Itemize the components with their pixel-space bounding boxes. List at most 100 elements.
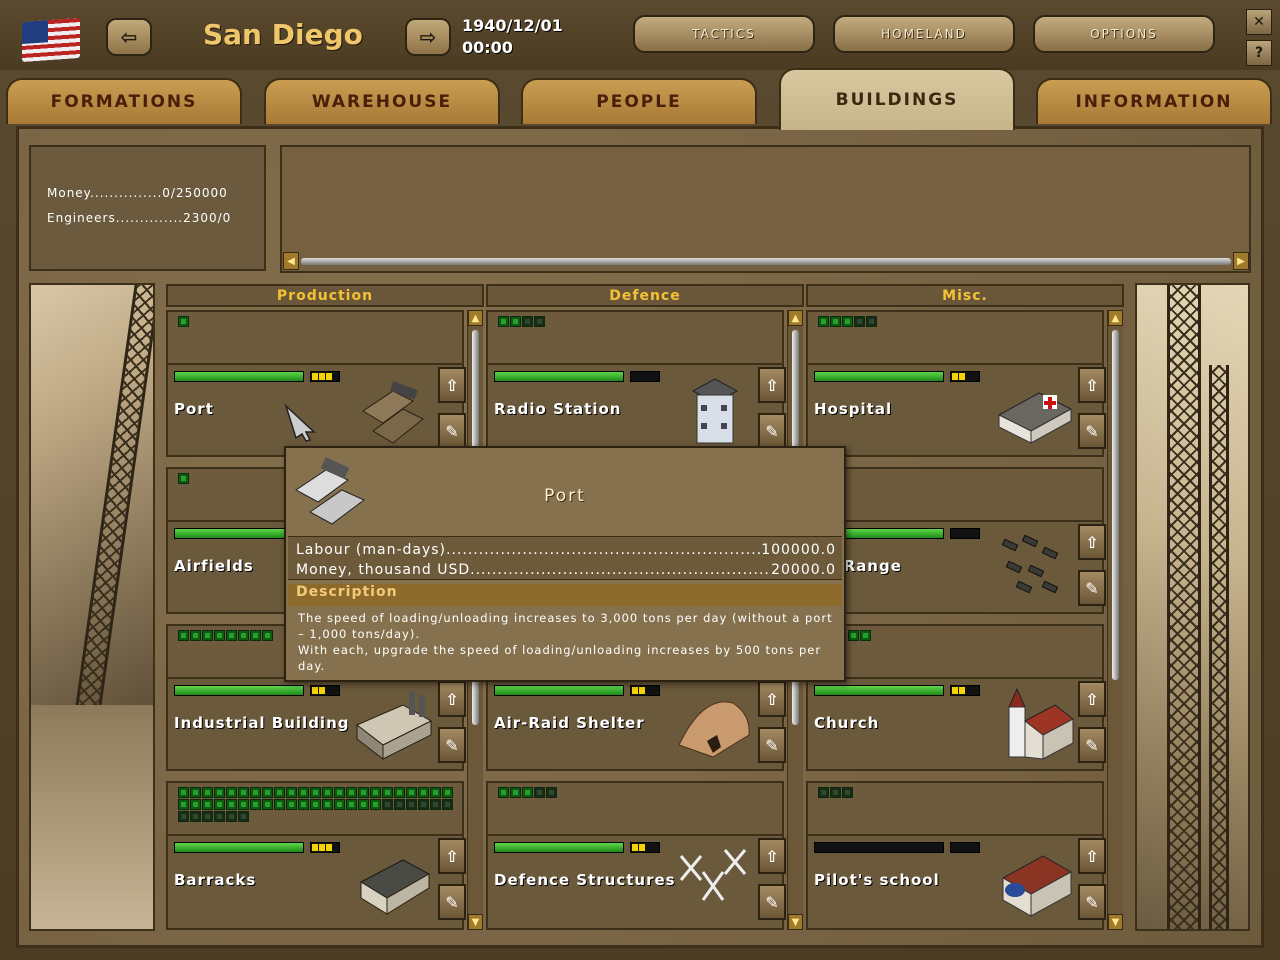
scroll-track[interactable] xyxy=(301,258,1231,265)
status-indicator xyxy=(310,685,340,696)
tactics-button[interactable]: TACTICS xyxy=(633,15,815,53)
upgrade-button[interactable]: ⇧ xyxy=(1078,681,1106,717)
building-card-radio-station[interactable]: Radio Station ⇧ ✎ xyxy=(486,365,786,457)
level-pip xyxy=(370,799,381,810)
level-pip xyxy=(370,787,381,798)
level-pip xyxy=(854,316,865,327)
next-city-button[interactable]: ⇨ xyxy=(405,18,451,56)
level-pip xyxy=(860,630,871,641)
repair-button[interactable]: ✎ xyxy=(438,727,466,763)
level-pip xyxy=(510,316,521,327)
scroll-down-button[interactable]: ▼ xyxy=(468,914,483,930)
wrench-icon: ✎ xyxy=(445,892,459,912)
repair-button[interactable]: ✎ xyxy=(438,413,466,449)
building-card-pilots-school[interactable]: Pilot's school ⇧ ✎ xyxy=(806,836,1106,930)
upgrade-button[interactable]: ⇧ xyxy=(1078,367,1106,403)
level-pip xyxy=(510,787,521,798)
building-card-industrial-building[interactable]: Industrial Building ⇧ ✎ xyxy=(166,679,466,771)
level-pip xyxy=(430,799,441,810)
upgrade-button[interactable]: ⇧ xyxy=(438,681,466,717)
tab-people[interactable]: PEOPLE xyxy=(521,78,757,124)
hospital-icon xyxy=(997,392,1073,444)
misc-scrollbar[interactable]: ▲ ▼ xyxy=(1107,310,1123,930)
upgrade-button[interactable]: ⇧ xyxy=(1078,524,1106,560)
level-pip xyxy=(214,787,225,798)
tab-formations[interactable]: FORMATIONS xyxy=(6,78,242,124)
tab-warehouse[interactable]: WAREHOUSE xyxy=(264,78,500,124)
money-label: Money, thousand USD xyxy=(296,562,471,578)
repair-button[interactable]: ✎ xyxy=(1078,413,1106,449)
building-card-hospital[interactable]: Hospital ⇧ ✎ xyxy=(806,365,1106,457)
options-button[interactable]: OPTIONS xyxy=(1033,15,1215,53)
scroll-thumb[interactable] xyxy=(1112,330,1119,680)
repair-button[interactable]: ✎ xyxy=(758,413,786,449)
resources-box: Money...............0/250000 Engineers..… xyxy=(29,145,266,271)
level-pip xyxy=(322,799,333,810)
homeland-button[interactable]: HOMELAND xyxy=(833,15,1015,53)
wrench-icon: ✎ xyxy=(1085,578,1099,598)
level-pip xyxy=(830,316,841,327)
level-pip xyxy=(178,630,189,641)
repair-button[interactable]: ✎ xyxy=(1078,727,1106,763)
scroll-right-button[interactable]: ▶ xyxy=(1233,252,1249,270)
level-pip xyxy=(334,787,345,798)
level-pip xyxy=(238,811,249,822)
description-text: The speed of loading/unloading increases… xyxy=(298,610,833,674)
level-pip xyxy=(418,799,429,810)
upgrade-button[interactable]: ⇧ xyxy=(438,367,466,403)
upgrade-button[interactable]: ⇧ xyxy=(1078,838,1106,874)
prev-city-button[interactable]: ⇦ xyxy=(106,18,152,56)
building-name: Pilot's school xyxy=(814,871,940,889)
level-pip xyxy=(190,787,201,798)
usa-flag-icon xyxy=(22,17,80,63)
level-indicator xyxy=(486,310,784,365)
building-card-church[interactable]: Church ⇧ ✎ xyxy=(806,679,1106,771)
tab-information[interactable]: INFORMATION xyxy=(1036,78,1272,124)
help-button[interactable]: ? xyxy=(1246,40,1272,66)
repair-button[interactable]: ✎ xyxy=(438,884,466,920)
status-indicator xyxy=(630,685,660,696)
build-progress-bar xyxy=(174,842,304,853)
repair-button[interactable]: ✎ xyxy=(1078,570,1106,606)
building-card-training-range[interactable]: ng Range ⇧ ✎ xyxy=(806,522,1106,614)
money-value: 20000.0 xyxy=(771,562,836,578)
scroll-down-button[interactable]: ▼ xyxy=(1108,914,1123,930)
scroll-down-button[interactable]: ▼ xyxy=(788,914,803,930)
close-icon: ✕ xyxy=(1253,14,1265,30)
upgrade-arrow-icon: ⇧ xyxy=(1085,846,1099,866)
level-pip xyxy=(250,799,261,810)
upgrade-arrow-icon: ⇧ xyxy=(1085,689,1099,709)
level-indicator xyxy=(166,310,464,365)
tab-buildings[interactable]: BUILDINGS xyxy=(779,68,1015,130)
upgrade-button[interactable]: ⇧ xyxy=(758,681,786,717)
building-card-barracks[interactable]: Barracks ⇧ ✎ xyxy=(166,836,466,930)
help-icon: ? xyxy=(1254,45,1264,61)
level-pip xyxy=(298,787,309,798)
horizontal-scrollbar[interactable]: ◀ ▶ xyxy=(283,252,1249,270)
radio-station-icon xyxy=(691,378,739,444)
level-indicator xyxy=(806,467,1104,522)
level-pip xyxy=(226,811,237,822)
upgrade-button[interactable]: ⇧ xyxy=(758,838,786,874)
level-pip xyxy=(274,799,285,810)
building-card-air-raid-shelter[interactable]: Air-Raid Shelter ⇧ ✎ xyxy=(486,679,786,771)
scroll-up-button[interactable]: ▲ xyxy=(468,310,483,326)
upgrade-button[interactable]: ⇧ xyxy=(438,838,466,874)
scroll-up-button[interactable]: ▲ xyxy=(1108,310,1123,326)
building-card-defence-structures[interactable]: Defence Structures ⇧ ✎ xyxy=(486,836,786,930)
wrench-icon: ✎ xyxy=(765,892,779,912)
repair-button[interactable]: ✎ xyxy=(1078,884,1106,920)
column-defence-header: Defence xyxy=(486,284,804,307)
port-building-icon xyxy=(362,381,424,444)
close-button[interactable]: ✕ xyxy=(1246,9,1272,35)
repair-button[interactable]: ✎ xyxy=(758,884,786,920)
upgrade-button[interactable]: ⇧ xyxy=(758,367,786,403)
scroll-up-button[interactable]: ▲ xyxy=(788,310,803,326)
upgrade-arrow-icon: ⇧ xyxy=(1085,532,1099,552)
status-indicator xyxy=(950,842,980,853)
repair-button[interactable]: ✎ xyxy=(758,727,786,763)
level-pip xyxy=(226,630,237,641)
scroll-left-button[interactable]: ◀ xyxy=(283,252,299,270)
status-indicator xyxy=(950,528,980,539)
level-pip xyxy=(262,799,273,810)
